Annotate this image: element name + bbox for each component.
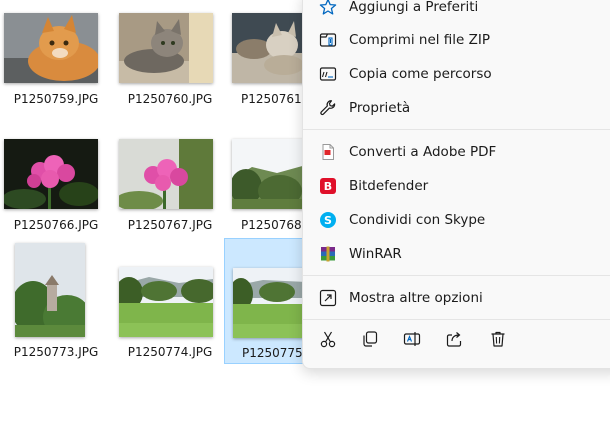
file-item[interactable]: P1250767.JPG xyxy=(114,134,226,252)
cut-icon xyxy=(319,330,337,352)
file-item[interactable]: P1250773.JPG xyxy=(0,238,112,359)
skype-icon: S xyxy=(319,211,337,229)
svg-text:S: S xyxy=(324,214,332,227)
image-thumbnail xyxy=(4,139,98,209)
image-thumbnail xyxy=(232,139,306,209)
image-thumbnail xyxy=(119,13,213,83)
delete-icon xyxy=(489,330,507,352)
file-name: P1250759.JPG xyxy=(13,92,99,106)
menu-item-label: Bitdefender xyxy=(349,178,429,194)
menu-item-label: Proprietà xyxy=(349,100,411,116)
image-thumbnail xyxy=(233,268,307,338)
file-item-selected[interactable]: P1250775.JPG xyxy=(224,238,324,364)
menu-item-label: Comprimi nel file ZIP xyxy=(349,32,491,48)
zip-icon xyxy=(319,31,337,49)
file-name: P1250766.JPG xyxy=(13,218,99,232)
menu-separator xyxy=(303,319,610,320)
menu-item-properties[interactable]: Proprietà xyxy=(303,93,610,123)
share-button[interactable] xyxy=(444,330,466,352)
copy-icon xyxy=(361,330,379,352)
menu-item-compress-zip[interactable]: Comprimi nel file ZIP xyxy=(303,25,610,55)
copy-button[interactable] xyxy=(359,330,381,352)
menu-item-copy-as-path[interactable]: Copia come percorso xyxy=(303,59,610,89)
winrar-icon xyxy=(319,245,337,263)
image-thumbnail xyxy=(232,13,306,83)
menu-item-label: Aggiungi a Preferiti xyxy=(349,0,479,15)
menu-item-label: Copia come percorso xyxy=(349,66,492,82)
menu-item-label: Converti a Adobe PDF xyxy=(349,144,497,160)
bitdefender-icon: B xyxy=(319,177,337,195)
delete-button[interactable] xyxy=(487,330,509,352)
menu-item-bitdefender[interactable]: B Bitdefender xyxy=(303,171,610,201)
file-item[interactable]: P1250760.JPG xyxy=(114,8,226,126)
menu-item-label: Mostra altre opzioni xyxy=(349,290,483,306)
menu-item-add-to-favorites[interactable]: Aggiungi a Preferiti xyxy=(303,0,610,22)
image-thumbnail xyxy=(4,13,98,83)
share-icon xyxy=(446,330,464,352)
menu-separator xyxy=(303,275,610,276)
file-name: P1250767.JPG xyxy=(127,218,213,232)
svg-text:B: B xyxy=(324,180,332,193)
file-name: P1250760.JPG xyxy=(127,92,213,106)
file-name: P1250774.JPG xyxy=(127,345,213,359)
menu-item-winrar[interactable]: WinRAR xyxy=(303,239,610,269)
rename-icon xyxy=(403,330,421,352)
file-item[interactable]: P1250759.JPG xyxy=(0,8,112,126)
context-menu: Aggiungi a Preferiti Comprimi nel file Z… xyxy=(302,0,610,369)
file-name: P1250773.JPG xyxy=(13,345,99,359)
star-icon xyxy=(319,0,337,16)
image-thumbnail xyxy=(119,267,213,337)
cut-button[interactable] xyxy=(317,330,339,352)
image-thumbnail xyxy=(119,139,213,209)
adobe-pdf-icon xyxy=(319,143,337,161)
rename-button[interactable] xyxy=(401,330,423,352)
menu-item-label: WinRAR xyxy=(349,246,402,262)
file-item[interactable]: P1250766.JPG xyxy=(0,134,112,252)
menu-item-label: Condividi con Skype xyxy=(349,212,486,228)
menu-item-convert-adobe-pdf[interactable]: Converti a Adobe PDF xyxy=(303,137,610,167)
menu-item-share-skype[interactable]: S Condividi con Skype xyxy=(303,205,610,235)
menu-item-show-more-options[interactable]: Mostra altre opzioni xyxy=(303,283,610,313)
copy-path-icon xyxy=(319,65,337,83)
image-thumbnail xyxy=(15,243,85,337)
more-options-icon xyxy=(319,289,337,307)
wrench-icon xyxy=(319,99,337,117)
menu-separator xyxy=(303,129,610,130)
file-item[interactable]: P1250774.JPG xyxy=(114,238,226,359)
